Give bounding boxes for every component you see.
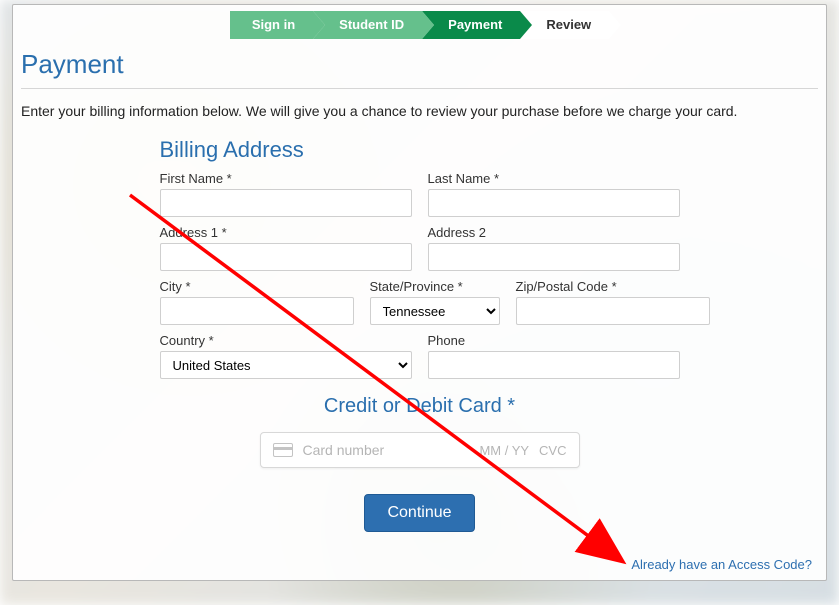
first-name-input[interactable] — [160, 189, 412, 217]
country-label: Country * — [160, 333, 412, 348]
address2-label: Address 2 — [428, 225, 680, 240]
card-input[interactable]: Card number MM / YY CVC — [260, 432, 580, 468]
phone-label: Phone — [428, 333, 680, 348]
state-select[interactable]: Tennessee — [370, 297, 500, 325]
billing-form: Billing Address First Name * Last Name *… — [160, 137, 680, 532]
step-label: Payment — [448, 17, 502, 32]
city-label: City * — [160, 279, 354, 294]
intro-text: Enter your billing information below. We… — [21, 103, 818, 119]
step-label: Sign in — [252, 17, 295, 32]
state-label: State/Province * — [370, 279, 500, 294]
first-name-label: First Name * — [160, 171, 412, 186]
access-code-link[interactable]: Already have an Access Code? — [631, 557, 812, 572]
country-select[interactable]: United States — [160, 351, 412, 379]
step-review[interactable]: Review — [520, 11, 609, 39]
phone-input[interactable] — [428, 351, 680, 379]
address1-label: Address 1 * — [160, 225, 412, 240]
address2-input[interactable] — [428, 243, 680, 271]
last-name-input[interactable] — [428, 189, 680, 217]
city-input[interactable] — [160, 297, 354, 325]
card-cvc-placeholder: CVC — [539, 443, 566, 458]
zip-label: Zip/Postal Code * — [516, 279, 710, 294]
card-exp-placeholder: MM / YY — [479, 443, 529, 458]
payment-panel: Sign in Student ID Payment Review Paymen… — [12, 4, 827, 581]
step-payment[interactable]: Payment — [422, 11, 520, 39]
step-label: Student ID — [339, 17, 404, 32]
step-sign-in[interactable]: Sign in — [230, 11, 313, 39]
card-number-placeholder: Card number — [303, 442, 470, 458]
card-section-title: Credit or Debit Card * — [160, 395, 680, 418]
continue-button[interactable]: Continue — [364, 494, 474, 532]
credit-card-icon — [273, 443, 293, 457]
page-title: Payment — [21, 49, 826, 80]
progress-steps: Sign in Student ID Payment Review — [13, 11, 826, 39]
zip-input[interactable] — [516, 297, 710, 325]
last-name-label: Last Name * — [428, 171, 680, 186]
billing-section-title: Billing Address — [160, 137, 680, 163]
divider — [21, 88, 818, 89]
step-label: Review — [546, 17, 591, 32]
step-student-id[interactable]: Student ID — [313, 11, 422, 39]
address1-input[interactable] — [160, 243, 412, 271]
